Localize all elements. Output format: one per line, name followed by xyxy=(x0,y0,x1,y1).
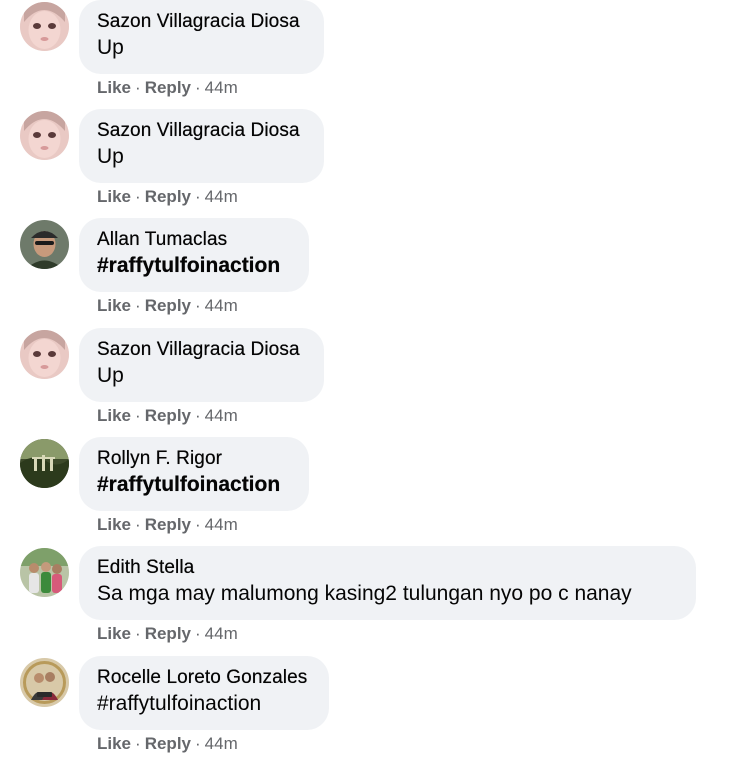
separator: · xyxy=(135,187,141,206)
reply-button[interactable]: Reply xyxy=(145,734,191,753)
reply-button[interactable]: Reply xyxy=(145,187,191,206)
comment-author[interactable]: Sazon Villagracia Diosa xyxy=(97,337,306,363)
separator: · xyxy=(195,296,201,315)
separator: · xyxy=(195,734,201,753)
avatar[interactable] xyxy=(20,220,69,269)
like-button[interactable]: Like xyxy=(97,406,131,425)
separator: · xyxy=(195,78,201,97)
comment-author[interactable]: Sazon Villagracia Diosa xyxy=(97,9,306,35)
comment-text[interactable]: #raffytulfoinaction xyxy=(97,472,291,498)
couple-photo-avatar-icon xyxy=(20,658,69,707)
separator: · xyxy=(195,187,201,206)
comment-bubble: Allan Tumaclas #raffytulfoinaction xyxy=(79,218,309,292)
timestamp[interactable]: 44m xyxy=(205,734,238,753)
timestamp[interactable]: 44m xyxy=(205,406,238,425)
comment-bubble: Rollyn F. Rigor #raffytulfoinaction xyxy=(79,437,309,511)
comment-actions: Like · Reply · 44m xyxy=(97,514,238,536)
comment-actions: Like · Reply · 44m xyxy=(97,733,238,755)
comment-author[interactable]: Allan Tumaclas xyxy=(97,227,291,253)
man-with-cap-avatar-icon xyxy=(20,220,69,269)
comment-actions: Like · Reply · 44m xyxy=(97,77,238,99)
comment-list: Sazon Villagracia Diosa Up Like · Reply · 44… xyxy=(0,0,750,767)
comment-item: Edith Stella Sa mga may malumong kasing2… xyxy=(0,546,750,654)
comment-actions: Like · Reply · 44m xyxy=(97,186,238,208)
reply-button[interactable]: Reply xyxy=(145,515,191,534)
separator: · xyxy=(195,406,201,425)
separator: · xyxy=(135,296,141,315)
comment-bubble: Sazon Villagracia Diosa Up xyxy=(79,0,324,74)
separator: · xyxy=(135,734,141,753)
comment-item: Sazon Villagracia Diosa Up Like · Reply · 44… xyxy=(0,328,750,436)
comment-actions: Like · Reply · 44m xyxy=(97,295,238,317)
avatar[interactable] xyxy=(20,439,69,488)
comment-text: Sa mga may malumong kasing2 tulungan nyo… xyxy=(97,582,632,605)
timestamp[interactable]: 44m xyxy=(205,78,238,97)
timestamp[interactable]: 44m xyxy=(205,187,238,206)
separator: · xyxy=(135,624,141,643)
like-button[interactable]: Like xyxy=(97,78,131,97)
avatar[interactable] xyxy=(20,111,69,160)
comment-bubble: Edith Stella Sa mga may malumong kasing2… xyxy=(79,546,696,620)
comment-item: Sazon Villagracia Diosa Up Like · Reply · 44… xyxy=(0,109,750,217)
pink-face-avatar-icon xyxy=(20,111,69,160)
comment-author[interactable]: Rocelle Loreto Gonzales xyxy=(97,665,311,691)
separator: · xyxy=(135,406,141,425)
comment-bubble: Sazon Villagracia Diosa Up xyxy=(79,109,324,183)
comment-text[interactable]: #raffytulfoinaction xyxy=(97,691,311,717)
separator: · xyxy=(135,515,141,534)
reply-button[interactable]: Reply xyxy=(145,78,191,97)
reply-button[interactable]: Reply xyxy=(145,624,191,643)
timestamp[interactable]: 44m xyxy=(205,624,238,643)
comment-bubble: Rocelle Loreto Gonzales #raffytulfoinact… xyxy=(79,656,329,730)
comment-item: Sazon Villagracia Diosa Up Like · Reply · 44… xyxy=(0,0,750,108)
reply-button[interactable]: Reply xyxy=(145,406,191,425)
comment-text: Up xyxy=(97,36,124,59)
like-button[interactable]: Like xyxy=(97,515,131,534)
separator: · xyxy=(195,515,201,534)
comment-item: Rollyn F. Rigor #raffytulfoinaction Like… xyxy=(0,437,750,545)
like-button[interactable]: Like xyxy=(97,296,131,315)
comment-actions: Like · Reply · 44m xyxy=(97,405,238,427)
avatar[interactable] xyxy=(20,548,69,597)
separator: · xyxy=(135,78,141,97)
comment-text: Up xyxy=(97,364,124,387)
timestamp[interactable]: 44m xyxy=(205,296,238,315)
avatar[interactable] xyxy=(20,2,69,51)
pink-face-avatar-icon xyxy=(20,2,69,51)
avatar[interactable] xyxy=(20,330,69,379)
like-button[interactable]: Like xyxy=(97,187,131,206)
reply-button[interactable]: Reply xyxy=(145,296,191,315)
comment-actions: Like · Reply · 44m xyxy=(97,623,238,645)
comment-item: Allan Tumaclas #raffytulfoinaction Like ·… xyxy=(0,218,750,326)
green-landscape-avatar-icon xyxy=(20,439,69,488)
like-button[interactable]: Like xyxy=(97,734,131,753)
separator: · xyxy=(195,624,201,643)
comment-author[interactable]: Rollyn F. Rigor xyxy=(97,446,291,472)
group-photo-avatar-icon xyxy=(20,548,69,597)
comment-author[interactable]: Sazon Villagracia Diosa xyxy=(97,118,306,144)
comment-item: Rocelle Loreto Gonzales #raffytulfoinact… xyxy=(0,656,750,764)
pink-face-avatar-icon xyxy=(20,330,69,379)
timestamp[interactable]: 44m xyxy=(205,515,238,534)
like-button[interactable]: Like xyxy=(97,624,131,643)
comment-author[interactable]: Edith Stella xyxy=(97,555,678,581)
comment-bubble: Sazon Villagracia Diosa Up xyxy=(79,328,324,402)
avatar[interactable] xyxy=(20,658,69,707)
comment-text[interactable]: #raffytulfoinaction xyxy=(97,253,291,279)
comment-text: Up xyxy=(97,145,124,168)
